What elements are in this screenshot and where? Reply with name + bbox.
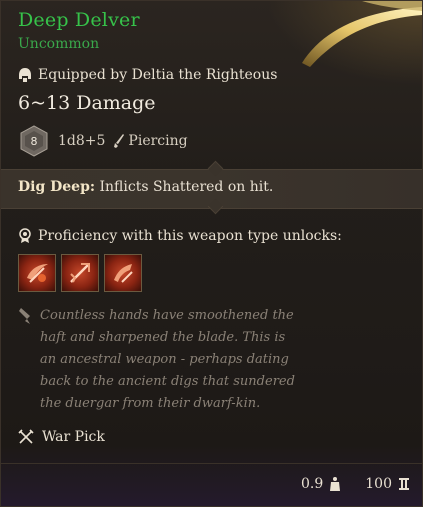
item-weight: 0.9	[301, 476, 324, 492]
damage-dice: 1d8+5	[58, 133, 106, 149]
damage-type: Piercing	[113, 133, 188, 149]
proficiency-row: Proficiency with this weapon type unlock…	[18, 228, 342, 244]
proficiency-actions	[18, 254, 142, 292]
item-footer: 0.9 100	[301, 476, 410, 492]
equipped-by-text: Equipped by Deltia the Righteous	[38, 67, 278, 83]
action-icon-2[interactable]	[61, 254, 99, 292]
pick-strike-icon	[27, 264, 48, 283]
action-name: Dig Deep:	[18, 179, 96, 195]
damage-type-text: Piercing	[128, 133, 188, 149]
helmet-icon	[19, 68, 31, 82]
weapon-type-text: War Pick	[42, 429, 105, 445]
war-pick-art	[302, 1, 422, 67]
weight-icon	[330, 477, 341, 491]
proficiency-label: Proficiency with this weapon type unlock…	[38, 228, 342, 244]
equipped-by: Equipped by Deltia the Righteous	[18, 67, 277, 83]
dice-value: 8	[31, 135, 38, 148]
action-icon-3[interactable]	[104, 254, 142, 292]
footer-divider	[1, 463, 422, 464]
proficiency-badge-icon	[19, 228, 31, 243]
action-icon-1[interactable]	[18, 254, 56, 292]
item-rarity: Uncommon	[18, 36, 100, 52]
weapon-action: Dig Deep: Inflicts Shattered on hit.	[18, 179, 273, 195]
lore-text: Countless hands have smoothened the haft…	[40, 308, 295, 411]
item-name: Deep Delver	[18, 9, 140, 31]
gold-coin-icon	[399, 478, 409, 490]
action-description: Inflicts Shattered on hit.	[95, 179, 274, 195]
item-value: 100	[365, 476, 392, 492]
damage-range: 6~13 Damage	[18, 92, 156, 114]
d8-dice-icon: 8	[20, 125, 48, 157]
item-tooltip: Deep Delver Uncommon Equipped by Deltia …	[0, 0, 423, 507]
damage-dice-row: 8 1d8+5 Piercing	[18, 125, 188, 157]
lore-section: Countless hands have smoothened the haft…	[18, 305, 408, 415]
weapon-type-row: War Pick	[18, 429, 105, 445]
cleave-icon	[114, 264, 133, 283]
crossed-weapons-icon	[18, 429, 34, 444]
quill-icon	[19, 308, 30, 324]
piercing-icon	[114, 134, 125, 148]
rupture-icon	[70, 263, 90, 283]
